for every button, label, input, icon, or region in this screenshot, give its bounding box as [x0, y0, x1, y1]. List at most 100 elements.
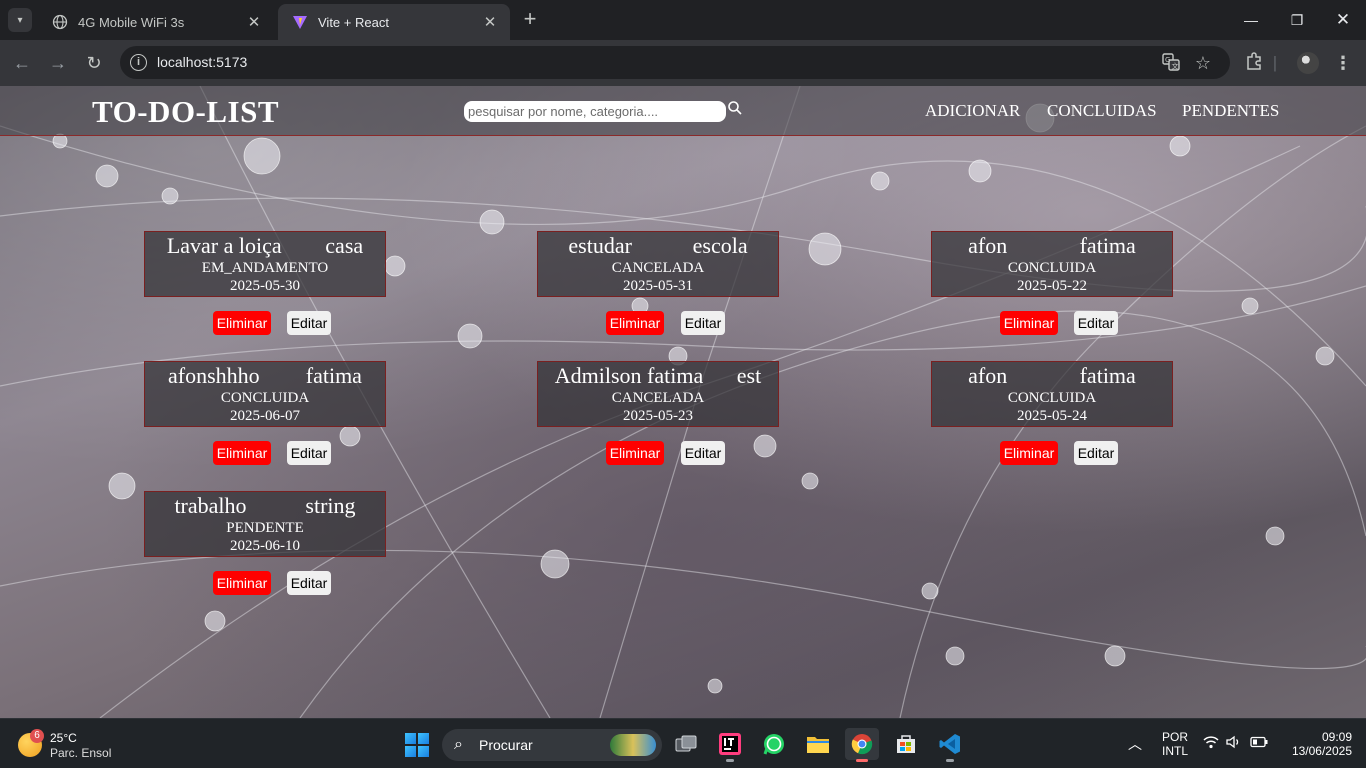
task-status: PENDENTE [226, 520, 304, 536]
intellij-idea-icon[interactable] [713, 728, 747, 762]
url-text: localhost:5173 [157, 54, 248, 70]
close-window-icon[interactable]: ✕ [1320, 0, 1366, 40]
forward-icon[interactable]: → [46, 51, 70, 75]
back-icon[interactable]: ← [10, 51, 34, 75]
volume-icon[interactable] [1226, 735, 1242, 752]
task-category: casa [325, 233, 364, 258]
weather-widget[interactable]: 6 25°C Parc. Ensol [18, 729, 138, 761]
os-taskbar: 6 25°C Parc. Ensol ⌕ Procurar ︿ POR INTL [0, 718, 1366, 768]
edit-button[interactable]: Editar [287, 571, 331, 595]
app-header: TO-DO-LIST ADICIONAR CONCLUIDAS PENDENTE… [0, 86, 1366, 136]
browser-menu-icon[interactable]: ⋮ [1332, 52, 1354, 74]
close-tab-icon[interactable]: ✕ [246, 13, 262, 31]
nav-pendentes[interactable]: PENDENTES [1182, 101, 1279, 121]
delete-button[interactable]: Eliminar [606, 441, 664, 465]
task-name: Lavar a loiça [166, 233, 282, 258]
weather-desc: Parc. Ensol [50, 746, 112, 760]
delete-button[interactable]: Eliminar [1000, 311, 1058, 335]
close-tab-icon[interactable]: ✕ [482, 13, 498, 31]
delete-button[interactable]: Eliminar [213, 571, 271, 595]
weather-temp: 25°C [50, 731, 77, 745]
language-bottom: INTL [1161, 744, 1188, 758]
tab-title: 4G Mobile WiFi 3s [78, 14, 185, 30]
task-category: escola [692, 233, 748, 258]
delete-button[interactable]: Eliminar [213, 441, 271, 465]
task-status: CANCELADA [611, 260, 705, 276]
notification-badge: 6 [30, 729, 44, 743]
bookmark-star-icon[interactable]: ☆ [1193, 53, 1213, 73]
edit-button[interactable]: Editar [287, 311, 331, 335]
microsoft-store-icon[interactable] [889, 728, 923, 760]
minimize-window-icon[interactable]: — [1228, 0, 1274, 40]
search-highlight-image [610, 734, 656, 756]
task-card: estudar escola CANCELADA 2025-05-31 [537, 231, 779, 297]
task-name: afonshhho [168, 363, 260, 388]
delete-button[interactable]: Eliminar [606, 311, 664, 335]
vscode-icon[interactable] [933, 728, 967, 762]
task-view-icon[interactable] [669, 728, 703, 760]
task-date: 2025-06-07 [230, 408, 300, 424]
battery-icon[interactable] [1250, 736, 1268, 751]
file-explorer-icon[interactable] [801, 728, 835, 760]
task-date: 2025-05-23 [623, 408, 693, 424]
edit-button[interactable]: Editar [1074, 441, 1118, 465]
address-bar[interactable]: i localhost:5173 G文 ☆ [120, 46, 1230, 79]
chrome-icon[interactable] [845, 728, 879, 762]
vite-logo-icon [292, 14, 308, 30]
browser-toolbar: ← → ↻ i localhost:5173 G文 ☆ | ⋮ [0, 40, 1366, 86]
task-card: trabalho string PENDENTE 2025-06-10 [144, 491, 386, 557]
edit-button[interactable]: Editar [681, 441, 725, 465]
task-date: 2025-05-22 [1017, 278, 1087, 294]
task-name: afon [968, 233, 1008, 258]
edit-button[interactable]: Editar [1074, 311, 1118, 335]
edit-button[interactable]: Editar [681, 311, 725, 335]
windows-start-icon[interactable] [405, 733, 429, 757]
task-card: Admilson fatima est CANCELADA 2025-05-23 [537, 361, 779, 427]
task-name: trabalho [174, 493, 247, 518]
search-input[interactable] [464, 101, 726, 122]
profile-avatar[interactable] [1297, 52, 1319, 74]
task-date: 2025-05-31 [623, 278, 693, 294]
taskbar-search[interactable]: ⌕ Procurar [442, 729, 662, 761]
app-title: TO-DO-LIST [92, 94, 280, 129]
translate-icon[interactable]: G文 [1161, 53, 1181, 73]
task-status: CONCLUIDA [220, 390, 310, 406]
search-icon: ⌕ [454, 736, 463, 753]
delete-button[interactable]: Eliminar [1000, 441, 1058, 465]
new-tab-button[interactable]: + [518, 8, 542, 32]
clock[interactable]: 09:09 13/06/2025 [1280, 730, 1352, 758]
task-card: afon fatima CONCLUIDA 2025-05-22 [931, 231, 1173, 297]
nav-adicionar[interactable]: ADICIONAR [925, 101, 1020, 121]
task-category: est [736, 363, 762, 388]
task-name: estudar [568, 233, 632, 258]
edit-button[interactable]: Editar [287, 441, 331, 465]
task-name: Admilson fatima [554, 363, 704, 388]
tab-4g-mobile-wifi[interactable]: 4G Mobile WiFi 3s ✕ [38, 4, 274, 40]
nav-concluidas[interactable]: CONCLUIDAS [1047, 101, 1157, 121]
task-category: fatima [1079, 363, 1136, 388]
browser-tab-bar: ▾ 4G Mobile WiFi 3s ✕ Vite + React ✕ + —… [0, 0, 1366, 40]
task-card: Lavar a loiça casa EM_ANDAMENTO 2025-05-3… [144, 231, 386, 297]
task-status: CONCLUIDA [1007, 260, 1097, 276]
taskbar-search-label: Procurar [479, 737, 533, 753]
maximize-window-icon[interactable]: ❐ [1274, 0, 1320, 40]
task-card: afonshhho fatima CONCLUIDA 2025-06-07 [144, 361, 386, 427]
show-hidden-icons-chevron-icon[interactable]: ︿ [1128, 734, 1142, 754]
delete-button[interactable]: Eliminar [213, 311, 271, 335]
task-card: afon fatima CONCLUIDA 2025-05-24 [931, 361, 1173, 427]
search-icon[interactable] [728, 101, 742, 115]
site-info-icon[interactable]: i [130, 54, 147, 71]
task-status: CANCELADA [611, 390, 705, 406]
language-indicator[interactable]: POR INTL [1160, 730, 1190, 758]
reload-icon[interactable]: ↻ [82, 51, 106, 75]
task-name: afon [968, 363, 1008, 388]
task-category: fatima [1079, 233, 1136, 258]
language-top: POR [1161, 730, 1188, 744]
task-category: fatima [305, 363, 362, 388]
extensions-icon[interactable] [1243, 52, 1265, 74]
tab-search-button[interactable]: ▾ [8, 8, 32, 32]
wifi-icon[interactable] [1203, 735, 1219, 752]
whatsapp-icon[interactable] [757, 728, 791, 760]
tab-title: Vite + React [318, 14, 389, 30]
tab-vite-react[interactable]: Vite + React ✕ [278, 4, 510, 40]
